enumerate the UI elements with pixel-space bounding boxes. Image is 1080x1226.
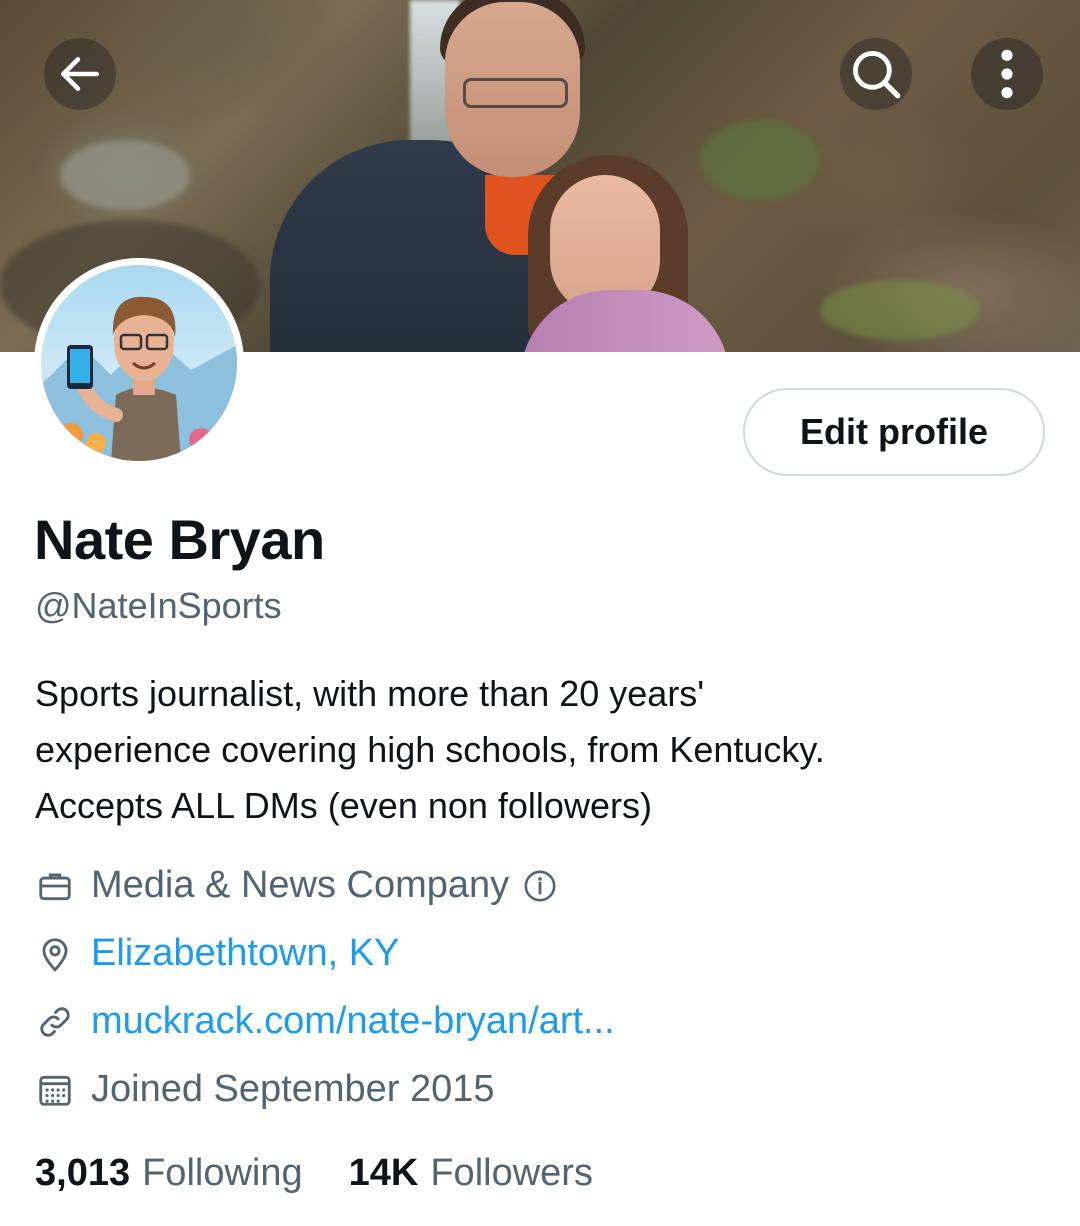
location-pin-icon	[35, 934, 75, 974]
following-label: Following	[142, 1152, 303, 1194]
profile-joined-row: Joined September 2015	[35, 1068, 495, 1111]
followers-count: 14K	[348, 1152, 419, 1194]
search-button[interactable]	[840, 38, 912, 110]
profile-category: Media & News Company	[91, 864, 510, 906]
profile-name: Nate Bryan	[34, 508, 325, 571]
profile-handle: @NateInSports	[35, 585, 282, 626]
edit-profile-button[interactable]: Edit profile	[743, 388, 1045, 476]
avatar-image	[41, 265, 237, 461]
banner-foliage	[820, 280, 980, 340]
calendar-icon	[35, 1070, 75, 1110]
back-button[interactable]	[44, 38, 116, 110]
profile-location[interactable]: Elizabethtown, KY	[91, 932, 399, 975]
profile-website-link[interactable]: muckrack.com/nate-bryan/art...	[91, 1000, 615, 1043]
followers-label: Followers	[430, 1152, 593, 1194]
search-icon	[853, 51, 901, 99]
banner-foliage	[700, 120, 820, 200]
following-count: 3,013	[35, 1152, 131, 1194]
following-stat[interactable]: 3,013 Following	[35, 1152, 303, 1195]
profile-location-row: Elizabethtown, KY	[35, 932, 399, 975]
briefcase-icon	[35, 866, 75, 906]
profile-stats: 3,013 Following 14K Followers	[35, 1152, 639, 1195]
banner-rock	[60, 140, 190, 210]
bitmoji-avatar-icon	[41, 296, 237, 461]
profile-website-row: muckrack.com/nate-bryan/art...	[35, 1000, 615, 1043]
profile-bio: Sports journalist, with more than 20 yea…	[35, 673, 825, 826]
link-icon	[35, 1002, 75, 1042]
more-vertical-icon	[1001, 49, 1013, 99]
profile-joined-date: Joined September 2015	[91, 1068, 495, 1110]
avatar[interactable]	[34, 258, 244, 468]
banner-person-1-glasses	[463, 78, 568, 108]
followers-stat[interactable]: 14K Followers	[349, 1152, 593, 1195]
info-icon[interactable]	[523, 869, 557, 903]
more-options-button[interactable]	[971, 38, 1043, 110]
profile-category-row: Media & News Company	[35, 864, 557, 907]
arrow-left-icon	[61, 57, 99, 91]
